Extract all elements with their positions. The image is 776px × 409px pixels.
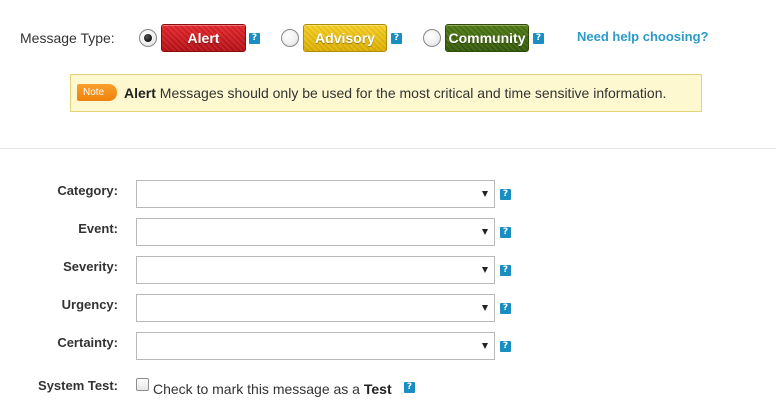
alert-button[interactable]: Alert <box>161 24 246 52</box>
dropdown-arrow-icon <box>482 343 488 349</box>
category-help-icon[interactable]: ? <box>500 189 511 200</box>
need-help-choosing-link[interactable]: Need help choosing? <box>577 29 708 44</box>
severity-select[interactable] <box>136 256 495 284</box>
system-test-label: System Test: <box>38 378 118 393</box>
message-type-label: Message Type: <box>20 30 115 46</box>
community-radio[interactable] <box>423 29 441 47</box>
system-test-help-icon[interactable]: ? <box>404 382 415 393</box>
dropdown-arrow-icon <box>482 305 488 311</box>
dropdown-arrow-icon <box>482 191 488 197</box>
note-message: Alert Messages should only be used for t… <box>124 85 666 101</box>
advisory-help-icon[interactable]: ? <box>391 33 402 44</box>
event-help-icon[interactable]: ? <box>500 227 511 238</box>
system-test-checkbox[interactable] <box>136 378 149 391</box>
section-divider <box>0 148 776 149</box>
system-test-text-body: Check to mark this message as a <box>153 381 364 397</box>
note-badge: Note <box>77 84 117 101</box>
community-button[interactable]: Community <box>445 24 529 52</box>
urgency-label: Urgency: <box>61 297 118 312</box>
severity-help-icon[interactable]: ? <box>500 265 511 276</box>
event-label: Event: <box>78 221 118 236</box>
community-help-icon[interactable]: ? <box>533 33 544 44</box>
advisory-radio[interactable] <box>281 29 299 47</box>
certainty-help-icon[interactable]: ? <box>500 341 511 352</box>
category-label: Category: <box>57 183 118 198</box>
urgency-help-icon[interactable]: ? <box>500 303 511 314</box>
note-strong: Alert <box>124 85 156 101</box>
alert-radio[interactable] <box>139 29 157 47</box>
category-select[interactable] <box>136 180 495 208</box>
note-body: Messages should only be used for the mos… <box>155 85 667 101</box>
event-select[interactable] <box>136 218 495 246</box>
advisory-button[interactable]: Advisory <box>303 24 387 52</box>
alert-help-icon[interactable]: ? <box>249 33 260 44</box>
system-test-text: Check to mark this message as a Test <box>153 381 392 397</box>
certainty-label: Certainty: <box>57 335 118 350</box>
certainty-select[interactable] <box>136 332 495 360</box>
urgency-select[interactable] <box>136 294 495 322</box>
dropdown-arrow-icon <box>482 267 488 273</box>
note-box: Note Alert Messages should only be used … <box>70 74 702 112</box>
system-test-strong: Test <box>363 381 392 397</box>
dropdown-arrow-icon <box>482 229 488 235</box>
severity-label: Severity: <box>63 259 118 274</box>
